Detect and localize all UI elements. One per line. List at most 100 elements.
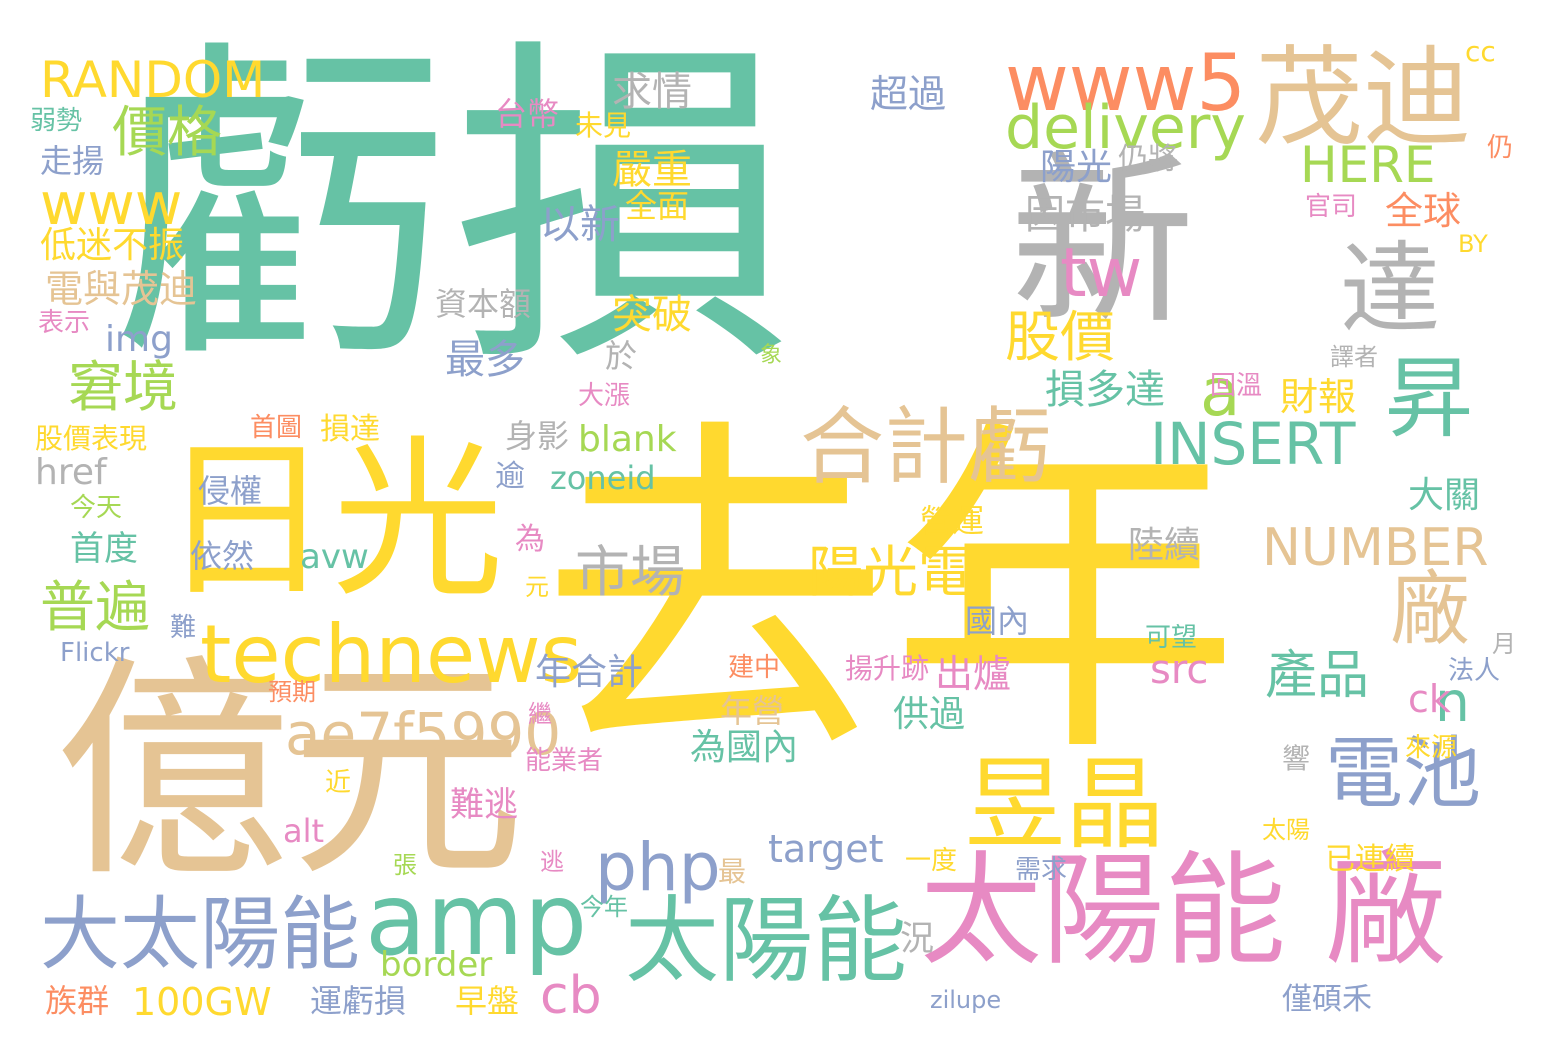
cloud-word: 逃 — [540, 848, 564, 876]
cloud-word: 廠 — [1390, 563, 1470, 656]
cloud-word: 大漲 — [578, 381, 631, 411]
cloud-word: 建中 — [728, 653, 781, 683]
cloud-word: 電池 — [1325, 729, 1482, 819]
cloud-word: 來源 — [1405, 733, 1458, 763]
cloud-word: zilupe — [930, 986, 1002, 1014]
cloud-word: 已連續 — [1325, 842, 1415, 877]
cloud-word: img — [105, 319, 173, 360]
cloud-word: 為國內 — [690, 727, 799, 768]
cloud-word: 股價表現 — [35, 422, 148, 455]
cloud-word: 象 — [760, 343, 783, 368]
cloud-word: 以新 — [540, 202, 620, 248]
cloud-word: cb — [540, 966, 602, 1026]
cloud-word: 揚升跡 — [845, 652, 930, 685]
cloud-word: 突破 — [612, 292, 692, 338]
cloud-word: 電與茂迪 — [45, 267, 198, 311]
cloud-word: 資本額 — [435, 285, 532, 323]
cloud-word: 譯者 — [1330, 343, 1378, 371]
cloud-word: BY — [1458, 230, 1488, 258]
cloud-word: 走揚 — [40, 142, 105, 180]
cloud-word: blank — [578, 419, 677, 460]
cloud-word: cc — [1465, 35, 1496, 68]
cloud-word: technews — [200, 608, 583, 701]
cloud-word: 低迷不振 — [40, 225, 185, 266]
cloud-word: 能業者 — [525, 746, 604, 776]
cloud-word: 供過 — [893, 694, 966, 735]
cloud-word: 價格 — [112, 100, 223, 164]
cloud-word: 損多達 — [1045, 367, 1165, 413]
cloud-word: 窘境 — [68, 355, 179, 419]
cloud-word: 大關 — [1408, 475, 1481, 516]
cloud-word: 元 — [525, 573, 549, 601]
cloud-word: 仍 — [1487, 133, 1514, 163]
cloud-word: 難逃 — [450, 785, 518, 825]
cloud-word: 股價 — [1005, 305, 1116, 369]
cloud-word: 市場 — [575, 540, 686, 604]
cloud-word: 首圖 — [250, 413, 303, 443]
cloud-word: 法人 — [1448, 656, 1501, 686]
cloud-word: 早盤 — [455, 982, 520, 1020]
cloud-word: ck — [1408, 677, 1451, 721]
cloud-word: 為 — [515, 522, 545, 557]
cloud-word: 達 — [1340, 231, 1440, 348]
cloud-word: src — [1150, 647, 1209, 693]
cloud-word: 依然 — [190, 537, 255, 575]
cloud-word: 最多 — [445, 337, 525, 383]
cloud-word: 年合計 — [535, 652, 644, 693]
cloud-word: 昱晶 — [965, 746, 1165, 863]
cloud-word: 一度 — [905, 846, 958, 876]
cloud-word: 最 — [718, 855, 747, 888]
cloud-word: zoneid — [550, 459, 656, 497]
cloud-word: 損達 — [320, 412, 380, 447]
cloud-word: 台幣 — [495, 95, 560, 133]
cloud-word: 回溫 — [1210, 371, 1263, 401]
cloud-word: 因市場 — [1025, 192, 1145, 238]
cloud-word: 國內 — [965, 602, 1030, 640]
cloud-word: HERE — [1300, 136, 1436, 194]
cloud-word: 陸續 — [1128, 525, 1201, 566]
cloud-word: ae7f5990 — [285, 700, 562, 768]
cloud-word: 官司 — [1305, 192, 1358, 222]
cloud-word: href — [35, 452, 107, 493]
cloud-word: 太陽 — [1262, 816, 1310, 844]
cloud-word: 張 — [393, 851, 417, 879]
cloud-word: 普遍 — [40, 575, 151, 639]
cloud-word: 預期 — [268, 678, 316, 706]
cloud-word: 今年 — [580, 893, 628, 921]
cloud-word: 需求 — [1015, 855, 1068, 885]
cloud-word: 今天 — [70, 493, 123, 523]
cloud-word: 表示 — [38, 308, 91, 338]
cloud-word: 100GW — [132, 980, 272, 1024]
cloud-word: 營運 — [920, 502, 985, 540]
cloud-word: 日光 — [160, 420, 504, 621]
cloud-word: 陽光 — [1040, 147, 1113, 188]
cloud-word: 大太陽能 — [40, 888, 360, 981]
cloud-word: 全面 — [625, 187, 690, 225]
cloud-word: 僅碩禾 — [1282, 982, 1372, 1017]
cloud-word: 財報 — [1280, 375, 1357, 419]
cloud-word: 超過 — [870, 72, 947, 116]
cloud-word: 全球 — [1385, 189, 1462, 233]
cloud-word: 求情 — [612, 69, 692, 115]
cloud-word: 出爐 — [935, 652, 1012, 696]
cloud-word: target — [768, 827, 884, 871]
cloud-word: 族群 — [45, 982, 110, 1020]
cloud-word: 弱勢 — [30, 106, 83, 136]
cloud-word: 陽光電 — [808, 540, 974, 604]
cloud-word: 年營 — [720, 692, 785, 730]
cloud-word: border — [380, 945, 493, 985]
cloud-word: 運虧損 — [310, 982, 407, 1020]
cloud-word: 太陽能 — [625, 887, 908, 996]
cloud-word: 況 — [900, 919, 934, 959]
cloud-word: NUMBER — [1262, 518, 1489, 578]
cloud-word: 首度 — [70, 529, 138, 569]
cloud-word: php — [595, 829, 721, 906]
cloud-word: 繼 — [528, 700, 552, 728]
cloud-word: 未見 — [575, 109, 632, 142]
cloud-word: 仍將 — [1118, 142, 1178, 177]
cloud-word: 昇 — [1385, 347, 1474, 450]
cloud-word: 難 — [170, 613, 197, 643]
cloud-word: 響 — [1282, 742, 1311, 775]
cloud-word: 月 — [1492, 630, 1516, 658]
cloud-word: 嚴重 — [612, 147, 692, 193]
